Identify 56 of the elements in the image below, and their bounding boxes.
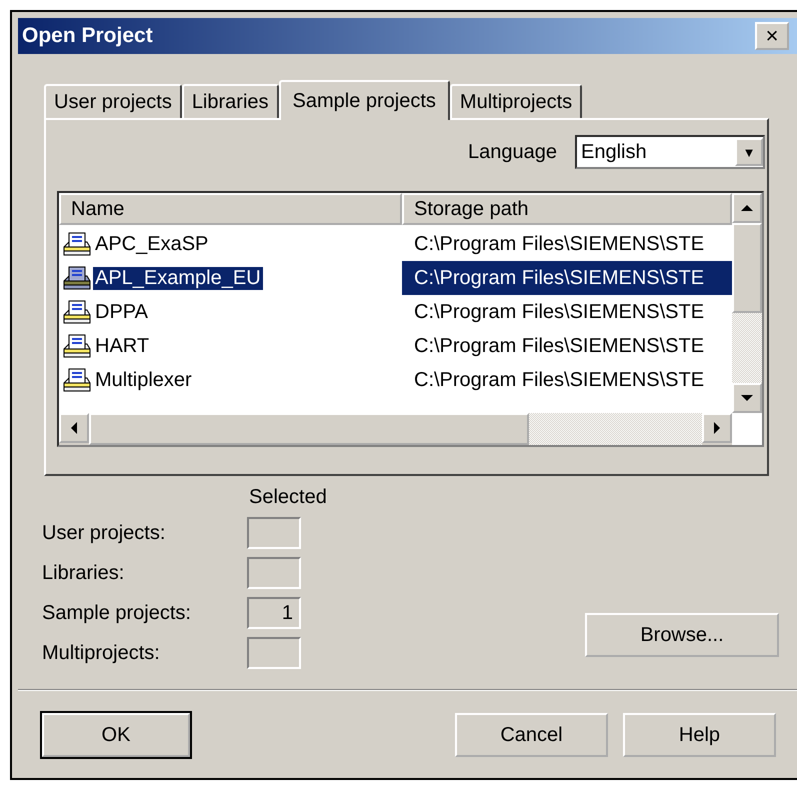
browse-button[interactable]: Browse... [585, 613, 779, 657]
project-row[interactable]: HART C:\Program Files\SIEMENS\STE [59, 329, 732, 363]
storage-path: C:\Program Files\SIEMENS\STE [413, 368, 706, 392]
dropdown-arrow-button[interactable]: ▼ [735, 138, 763, 166]
count-label: Libraries: [42, 560, 126, 586]
dialog-button[interactable]: OK [42, 713, 190, 757]
project-row[interactable]: APC_ExaSP C:\Program Files\SIEMENS\STE [59, 227, 732, 261]
project-name: HART [94, 334, 150, 358]
project-name: Multiplexer [94, 368, 193, 392]
count-label: User projects: [42, 520, 166, 546]
scroll-left-button[interactable] [59, 413, 89, 443]
count-field [247, 517, 301, 549]
tab[interactable]: Sample projects [278, 80, 450, 120]
scroll-thumb[interactable] [732, 223, 762, 313]
count-label: Sample projects: [42, 600, 192, 626]
scroll-thumb[interactable] [89, 413, 529, 445]
count-field [247, 637, 301, 669]
column-header[interactable]: Storage path [402, 193, 732, 225]
horizontal-scrollbar[interactable] [59, 413, 732, 445]
selected-heading: Selected [249, 486, 327, 509]
column-header[interactable]: Name [59, 193, 402, 225]
storage-path: C:\Program Files\SIEMENS\STE [413, 232, 706, 256]
scroll-down-button[interactable] [732, 383, 762, 413]
project-row[interactable]: Multiplexer C:\Program Files\SIEMENS\STE [59, 363, 732, 397]
project-icon [61, 367, 91, 393]
storage-path: C:\Program Files\SIEMENS\STE [413, 300, 706, 324]
tab[interactable]: User projects [44, 84, 182, 118]
project-icon [61, 299, 91, 325]
project-row[interactable]: APL_Example_EU C:\Program Files\SIEMENS\STE [59, 261, 732, 295]
project-icon [61, 333, 91, 359]
close-button[interactable]: × [755, 22, 789, 50]
scroll-up-button[interactable] [732, 193, 762, 223]
vertical-scrollbar[interactable] [732, 193, 762, 413]
language-dropdown[interactable]: English ▼ [575, 135, 765, 169]
tab[interactable]: Libraries [182, 84, 279, 118]
up-arrow-icon [741, 204, 753, 212]
dialog-button[interactable]: Cancel [455, 713, 608, 757]
count-label: Multiprojects: [42, 640, 161, 666]
project-name: APC_ExaSP [94, 232, 210, 256]
count-field [247, 557, 301, 589]
scroll-right-button[interactable] [702, 413, 732, 443]
count-field: 1 [247, 597, 301, 629]
right-arrow-icon [713, 422, 721, 434]
tab[interactable]: Multiprojects [450, 84, 582, 118]
project-icon [61, 231, 91, 257]
project-name: DPPA [94, 300, 149, 324]
storage-path: C:\Program Files\SIEMENS\STE [413, 334, 706, 358]
storage-path: C:\Program Files\SIEMENS\STE [402, 261, 732, 295]
window-title: Open Project [22, 24, 153, 48]
dialog-button[interactable]: Help [623, 713, 776, 757]
down-arrow-icon [741, 394, 753, 402]
project-row[interactable]: DPPA C:\Program Files\SIEMENS\STE [59, 295, 732, 329]
project-icon [61, 265, 91, 291]
language-label: Language [468, 140, 557, 164]
project-name: APL_Example_EU [93, 266, 263, 290]
left-arrow-icon [70, 422, 78, 434]
